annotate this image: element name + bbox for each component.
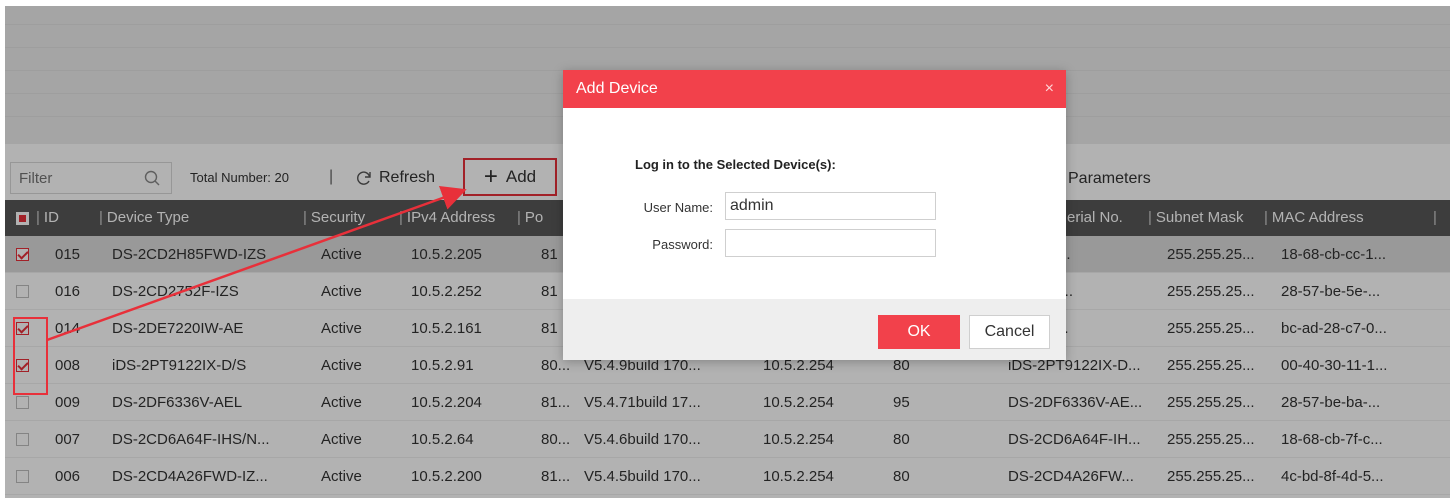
password-input[interactable] <box>725 229 936 257</box>
username-input[interactable] <box>725 192 936 220</box>
dialog-footer: OK Cancel <box>563 299 1066 360</box>
add-device-dialog: Add Device × Log in to the Selected Devi… <box>563 70 1066 360</box>
dialog-title: Add Device <box>576 80 658 97</box>
device-manager-page: Total Number: 20 | Refresh + Add Paramet… <box>0 0 1450 498</box>
cancel-button[interactable]: Cancel <box>969 315 1050 349</box>
password-label: Password: <box>652 237 713 252</box>
ok-button[interactable]: OK <box>878 315 960 349</box>
dialog-subtitle: Log in to the Selected Device(s): <box>635 157 836 172</box>
dialog-header: Add Device × <box>563 70 1066 108</box>
username-label: User Name: <box>643 200 713 215</box>
dialog-body: Log in to the Selected Device(s): User N… <box>563 108 1066 299</box>
annotation-highlight-box <box>13 317 48 395</box>
close-icon[interactable]: × <box>1045 80 1054 98</box>
